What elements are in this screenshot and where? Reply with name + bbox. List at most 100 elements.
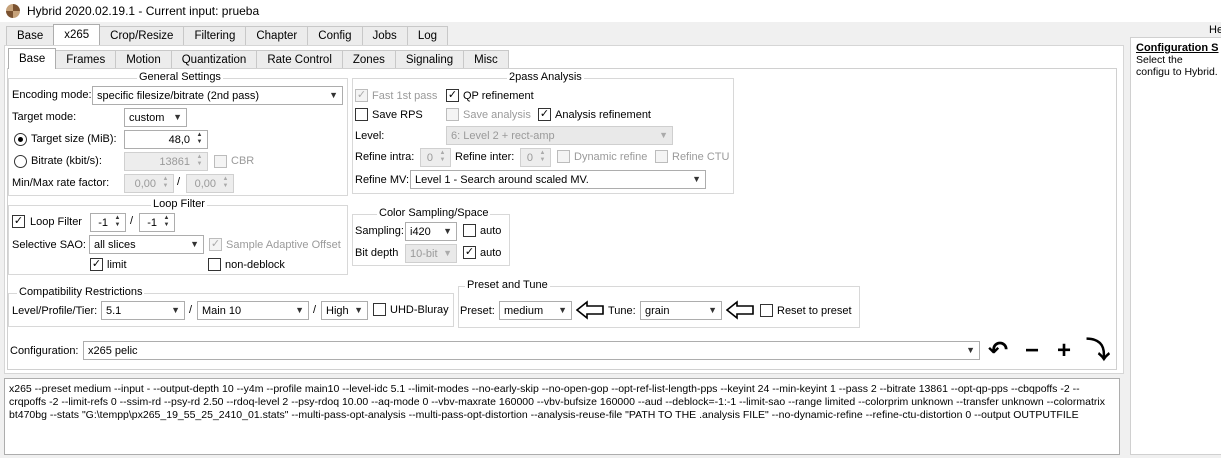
main-tab-base[interactable]: Base	[6, 26, 55, 45]
bit-depth-auto-checkbox[interactable]: ✓	[463, 246, 476, 259]
spin-down-icon[interactable]: ▼	[193, 139, 206, 146]
configuration-label: Configuration:	[10, 345, 79, 357]
sub-tab-base[interactable]: Base	[8, 48, 57, 69]
min-rate-spinbox[interactable]: 0,00 ▲ ▼	[124, 174, 174, 193]
chevron-down-icon: ▼	[659, 130, 668, 140]
bitrate-spinbox[interactable]: 13861 ▲ ▼	[124, 152, 208, 171]
sub-tab-motion[interactable]: Motion	[115, 50, 172, 69]
refine-inter-spinbox[interactable]: 0 ▲ ▼	[520, 148, 551, 167]
target-size-spinbox[interactable]: 48,0 ▲ ▼	[124, 130, 208, 149]
non-deblock-checkbox[interactable]	[208, 258, 221, 271]
undo-icon[interactable]: ↶	[985, 339, 1011, 363]
configuration-value: x265 pelic	[88, 344, 138, 357]
sub-tab-rate-control[interactable]: Rate Control	[256, 50, 343, 69]
sub-tab-zones[interactable]: Zones	[341, 50, 396, 69]
spin-down-icon[interactable]: ▼	[436, 157, 449, 164]
refine-mv-select[interactable]: Level 1 - Search around scaled MV. ▼	[410, 170, 706, 189]
main-tab-log[interactable]: Log	[406, 26, 448, 45]
bit-depth-select[interactable]: 10-bit ▼	[405, 244, 457, 263]
save-rps-label: Save RPS	[372, 109, 423, 121]
sampling-select[interactable]: i420 ▼	[405, 222, 457, 241]
profile-select[interactable]: Main 10 ▼	[197, 301, 309, 320]
sub-tab-frames[interactable]: Frames	[55, 50, 117, 69]
level-select[interactable]: 6: Level 2 + rect-amp ▼	[446, 126, 673, 145]
refine-intra-spinbox[interactable]: 0 ▲ ▼	[420, 148, 451, 167]
spin-up-icon[interactable]: ▲	[193, 132, 206, 139]
analysis-refinement-checkbox[interactable]: ✓	[538, 108, 551, 121]
main-tab-filtering[interactable]: Filtering	[183, 26, 247, 45]
refine-mv-label: Refine MV:	[355, 174, 410, 186]
add-icon[interactable]: +	[1051, 339, 1077, 363]
chevron-down-icon: ▼	[558, 305, 567, 315]
spin-down-icon[interactable]: ▼	[219, 183, 232, 190]
spin-up-icon[interactable]: ▲	[193, 154, 206, 161]
target-mode-select[interactable]: custom ▼	[124, 108, 187, 127]
refine-mv-value: Level 1 - Search around scaled MV.	[415, 173, 589, 186]
main-tab-x265[interactable]: x265	[53, 24, 101, 45]
help-corner-label: He	[1209, 24, 1221, 36]
remove-icon[interactable]: −	[1019, 339, 1045, 363]
cbr-checkbox[interactable]	[214, 155, 227, 168]
encoding-mode-select[interactable]: specific filesize/bitrate (2nd pass) ▼	[92, 86, 343, 105]
save-analysis-checkbox[interactable]	[446, 108, 459, 121]
spin-down-icon[interactable]: ▼	[111, 222, 124, 229]
fast-first-pass-checkbox[interactable]: ✓	[355, 89, 368, 102]
sub-tab-quantization[interactable]: Quantization	[170, 50, 258, 69]
spin-up-icon[interactable]: ▲	[536, 150, 549, 157]
dynamic-refine-label: Dynamic refine	[574, 151, 648, 163]
limit-checkbox[interactable]: ✓	[90, 258, 103, 271]
level-select[interactable]: 5.1 ▼	[101, 301, 185, 320]
qp-refinement-checkbox[interactable]: ✓	[446, 89, 459, 102]
main-tab-crop-resize[interactable]: Crop/Resize	[99, 26, 185, 45]
spin-down-icon[interactable]: ▼	[160, 222, 173, 229]
refine-inter-value: 0	[526, 151, 533, 164]
dynamic-refine-checkbox[interactable]	[557, 150, 570, 163]
uhd-bluray-checkbox[interactable]	[373, 303, 386, 316]
target-size-value: 48,0	[168, 133, 190, 146]
sample-adaptive-offset-checkbox[interactable]: ✓	[209, 238, 222, 251]
window-title: Hybrid 2020.02.19.1 - Current input: pru…	[27, 4, 260, 18]
tune-select[interactable]: grain ▼	[640, 301, 722, 320]
check-icon: ✓	[447, 89, 458, 101]
spin-up-icon[interactable]: ▲	[160, 215, 173, 222]
refine-inter-label: Refine inter:	[455, 151, 515, 163]
loop-filter-alpha-spinbox[interactable]: -1 ▲ ▼	[90, 213, 126, 232]
spin-up-icon[interactable]: ▲	[436, 150, 449, 157]
cbr-label: CBR	[231, 155, 255, 167]
loop-filter-beta-spinbox[interactable]: -1 ▲ ▼	[139, 213, 175, 232]
main-tab-jobs[interactable]: Jobs	[361, 26, 408, 45]
preset-select[interactable]: medium ▼	[499, 301, 572, 320]
tier-select[interactable]: High ▼	[321, 301, 368, 320]
spin-down-icon[interactable]: ▼	[159, 183, 172, 190]
command-line-preview[interactable]: x265 --preset medium --input - --output-…	[4, 378, 1120, 455]
sub-tab-misc[interactable]: Misc	[463, 50, 509, 69]
loop-filter-label: Loop Filter	[30, 216, 82, 228]
target-size-radio[interactable]	[14, 133, 27, 146]
spin-up-icon[interactable]: ▲	[159, 176, 172, 183]
loop-filter-checkbox[interactable]: ✓	[12, 215, 25, 228]
sampling-auto-checkbox[interactable]	[463, 224, 476, 237]
help-text: Select the configu to Hybrid.	[1136, 54, 1218, 78]
chevron-down-icon: ▼	[190, 239, 199, 249]
target-mode-value: custom	[129, 111, 165, 124]
main-tab-config[interactable]: Config	[307, 26, 363, 45]
save-rps-checkbox[interactable]	[355, 108, 368, 121]
tune-label: Tune:	[608, 305, 636, 317]
arrow-left-icon	[576, 300, 604, 320]
reset-to-preset-checkbox[interactable]	[760, 304, 773, 317]
refine-ctu-checkbox[interactable]	[655, 150, 668, 163]
save-config-icon[interactable]: ⤵	[1085, 339, 1111, 363]
configuration-select[interactable]: x265 pelic ▼	[83, 341, 980, 360]
spin-down-icon[interactable]: ▼	[536, 157, 549, 164]
minmax-rate-label: Min/Max rate factor:	[12, 177, 110, 189]
preset-tune-title: Preset and Tune	[465, 279, 550, 291]
sub-tab-signaling[interactable]: Signaling	[394, 50, 465, 69]
spin-up-icon[interactable]: ▲	[219, 176, 232, 183]
spin-up-icon[interactable]: ▲	[111, 215, 124, 222]
spin-down-icon[interactable]: ▼	[193, 161, 206, 168]
main-tab-chapter[interactable]: Chapter	[245, 26, 309, 45]
selective-sao-label: Selective SAO:	[12, 239, 86, 251]
bitrate-radio[interactable]	[14, 155, 27, 168]
max-rate-spinbox[interactable]: 0,00 ▲ ▼	[186, 174, 234, 193]
selective-sao-select[interactable]: all slices ▼	[89, 235, 204, 254]
